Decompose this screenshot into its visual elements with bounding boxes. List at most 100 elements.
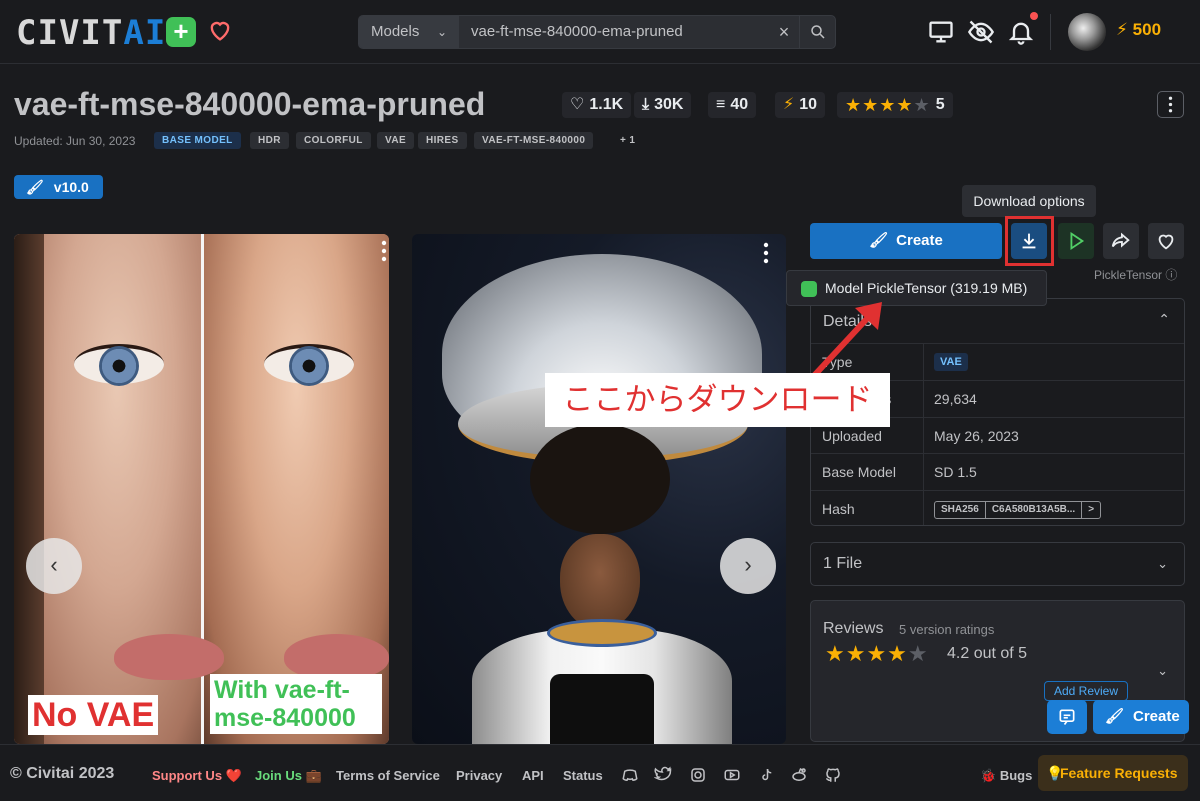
youtube-icon[interactable] [723, 766, 741, 784]
heart-icon: ♡ [570, 96, 585, 113]
heart-icon[interactable] [206, 16, 234, 44]
with-vae-label: With vae-ft-mse-840000 [210, 674, 382, 734]
footer-link-privacy[interactable]: Privacy [456, 768, 502, 783]
tag-hires[interactable]: HIRES [418, 132, 467, 149]
footer-link-support[interactable]: Support Us ❤️ [152, 768, 242, 784]
carousel-next-button[interactable]: › [720, 538, 776, 594]
tag-base-model[interactable]: BASE MODEL [154, 132, 241, 149]
image-options-icon[interactable] [763, 242, 769, 264]
no-vae-label: No VAE [28, 695, 159, 735]
page-footer: © Civitai 2023 Support Us ❤️ Join Us 💼 T… [0, 744, 1200, 801]
search-icon [811, 25, 825, 39]
create-plus-button[interactable]: + [166, 17, 196, 47]
feature-requests-button[interactable]: 💡 Feature Requests [1038, 755, 1188, 791]
clear-search-icon[interactable]: × [773, 16, 795, 48]
chat-button[interactable] [1047, 700, 1087, 734]
gallery-image-comparison[interactable]: No VAE With vae-ft-mse-840000 [14, 234, 389, 744]
bug-icon: 🐞 [980, 768, 997, 783]
floating-create-button[interactable]: 🖌 Create [1093, 700, 1189, 734]
lips-left [114, 634, 224, 680]
header-divider [1050, 14, 1051, 50]
footer-copyright: © Civitai 2023 [10, 765, 115, 782]
download-options-tooltip: Download options [962, 185, 1096, 217]
updated-date: Updated: Jun 30, 2023 [14, 134, 136, 148]
chevron-up-icon[interactable]: ⌃ [1158, 311, 1170, 328]
paint-brush-icon: 🖌 [26, 179, 44, 195]
suit-torso [550, 674, 654, 744]
tips-stat[interactable]: ⚡ 10 [775, 92, 826, 118]
model-title: vae-ft-mse-840000-ema-pruned [14, 86, 486, 122]
detail-row-hash: Hash SHA256 C6A580B13A5B... > [811, 490, 1184, 525]
add-review-button[interactable]: Add Review [1044, 681, 1128, 701]
reviews-score: 4.2 out of 5 [947, 645, 1028, 662]
file-format-label: PickleTensor ⓘ [1094, 268, 1178, 282]
footer-link-status[interactable]: Status [563, 768, 603, 783]
search-input[interactable]: vae-ft-mse-840000-ema-pruned [471, 16, 683, 48]
eye-left [74, 344, 164, 386]
tiktok-icon[interactable] [757, 766, 775, 784]
tag-colorful[interactable]: COLORFUL [296, 132, 371, 149]
image-options-icon[interactable] [381, 240, 387, 262]
more-options-button[interactable] [1157, 91, 1184, 118]
tag-vae[interactable]: VAE [377, 132, 415, 149]
rating-stat[interactable]: ★★★★★ 5 [837, 92, 953, 118]
top-header: CIVITAI + Models ⌄ vae-ft-mse-840000-ema-… [0, 0, 1200, 64]
footer-link-api[interactable]: API [522, 768, 544, 783]
user-avatar[interactable] [1068, 13, 1106, 51]
info-icon[interactable]: ⓘ [1165, 268, 1177, 282]
monitor-icon[interactable] [927, 18, 955, 46]
buzz-balance[interactable]: ⚡ 500 [1116, 20, 1161, 40]
download-icon: ⤓ [642, 96, 650, 113]
create-button[interactable]: 🖌 Create [810, 223, 1002, 259]
hair-left [14, 234, 44, 744]
tag-more[interactable]: + 1 [612, 132, 643, 149]
share-icon [1111, 232, 1130, 248]
brush-icon: 🖌 [1105, 708, 1125, 725]
notification-dot [1030, 12, 1038, 20]
eye-off-icon[interactable] [967, 18, 995, 46]
carousel-prev-button[interactable]: ‹ [26, 538, 82, 594]
run-button[interactable] [1058, 223, 1094, 259]
gallery-image-astronaut[interactable] [412, 234, 786, 744]
share-button[interactable] [1103, 223, 1139, 259]
bolt-icon: ⚡ [783, 96, 795, 113]
favorites-stat[interactable]: ♡ 1.1K [562, 92, 632, 118]
detail-row-base-model: Base Model SD 1.5 [811, 453, 1184, 490]
annotation-note: ここからダウンロード [545, 373, 890, 427]
bell-icon[interactable] [1007, 18, 1035, 46]
chat-icon [1059, 709, 1075, 725]
lightbulb-icon: 💡 [1046, 765, 1064, 781]
brush-icon: 🖌 [869, 232, 889, 249]
play-icon [1070, 231, 1085, 251]
tag-hdr[interactable]: HDR [250, 132, 289, 149]
reviews-heading: Reviews [823, 620, 884, 637]
tag-vae-ft-mse[interactable]: VAE-FT-MSE-840000 [474, 132, 594, 149]
civitai-logo[interactable]: CIVITAI [16, 13, 166, 53]
footer-link-terms[interactable]: Terms of Service [336, 768, 440, 783]
footer-bugs-link[interactable]: 🐞 Bugs [980, 768, 1032, 784]
discord-icon[interactable] [621, 766, 639, 784]
afro-hair [530, 424, 670, 534]
instagram-icon[interactable] [689, 766, 707, 784]
footer-link-join[interactable]: Join Us 💼 [255, 768, 322, 784]
search-bar: Models ⌄ vae-ft-mse-840000-ema-pruned × [358, 15, 836, 49]
chevron-down-icon: ⌄ [436, 25, 447, 39]
reviews-stars: ★★★★★ [825, 641, 929, 666]
downloads-stat: ⤓ 30K [634, 92, 692, 118]
twitter-icon[interactable] [654, 766, 672, 784]
chevron-down-icon[interactable]: ⌄ [1157, 663, 1168, 679]
version-tab[interactable]: 🖌 v10.0 [14, 175, 103, 199]
search-button[interactable] [799, 16, 835, 48]
heart-icon [1158, 234, 1174, 250]
reddit-icon[interactable] [790, 766, 808, 784]
reviews-count: 5 version ratings [899, 622, 995, 637]
hash-copy[interactable]: SHA256 C6A580B13A5B... > [934, 501, 1102, 519]
favorite-button[interactable] [1148, 223, 1184, 259]
search-type-select[interactable]: Models ⌄ [359, 16, 459, 48]
github-icon[interactable] [824, 766, 842, 784]
eye-right [264, 344, 354, 386]
collections-stat[interactable]: ≡ 40 [708, 92, 757, 118]
download-highlight-box [1005, 216, 1054, 266]
type-badge: VAE [934, 353, 968, 371]
files-accordion[interactable]: 1 File ⌄ [810, 542, 1185, 586]
